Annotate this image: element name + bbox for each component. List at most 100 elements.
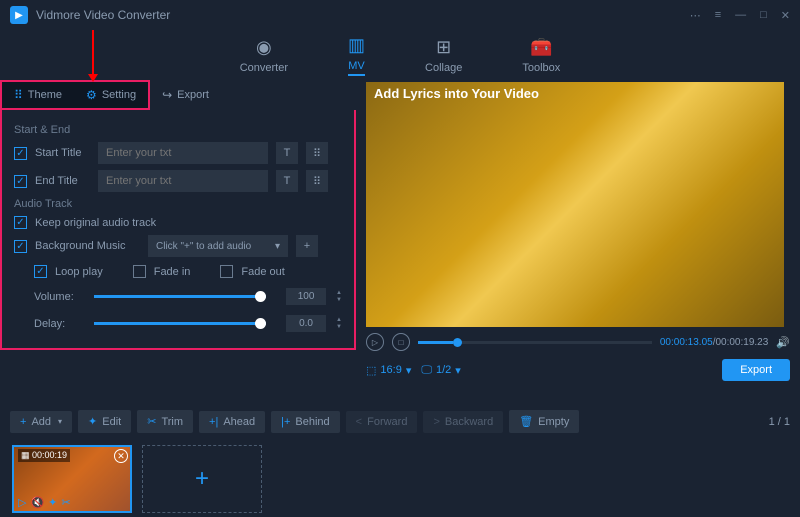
tab-mv-label: MV <box>348 60 365 72</box>
empty-button[interactable]: 🗑Empty <box>509 410 579 433</box>
bg-music-checkbox[interactable]: ✓ <box>14 240 27 253</box>
clip-duration: ▦ 00:00:19 <box>18 449 70 462</box>
delay-up[interactable]: ▲ <box>336 317 342 323</box>
clip-mute-icon[interactable]: 🔇 <box>30 496 44 509</box>
start-title-input[interactable] <box>98 142 268 164</box>
chevron-down-icon: ▾ <box>58 417 62 426</box>
trim-label: Trim <box>161 416 183 428</box>
tab-collage-label: Collage <box>425 62 462 74</box>
subtab-theme[interactable]: ⠿ Theme <box>2 82 74 108</box>
behind-label: Behind <box>295 416 329 428</box>
bg-music-dropdown-label: Click "+" to add audio <box>156 241 251 252</box>
minimize-icon[interactable]: — <box>735 9 746 22</box>
section-audio-track: Audio Track <box>14 198 342 210</box>
wand-icon: ✦ <box>88 415 97 428</box>
screen-icon: 🖵 <box>421 364 432 377</box>
start-title-text-btn[interactable]: T <box>276 142 298 164</box>
forward-label: Forward <box>367 416 407 428</box>
delay-down[interactable]: ▼ <box>336 324 342 330</box>
tab-collage[interactable]: ⊞ Collage <box>425 37 462 74</box>
mv-icon: ▥ <box>348 35 365 56</box>
edit-button[interactable]: ✦ Edit <box>78 410 131 433</box>
aspect-icon: ⬚ <box>366 364 376 377</box>
end-title-checkbox[interactable]: ✓ <box>14 175 27 188</box>
tab-toolbox-label: Toolbox <box>522 62 560 74</box>
end-title-grid-btn[interactable]: ⠿ <box>306 170 328 192</box>
volume-label: Volume: <box>34 291 84 303</box>
volume-slider[interactable] <box>94 295 266 298</box>
tab-mv[interactable]: ▥ MV <box>348 35 365 76</box>
trim-button[interactable]: ✂ Trim <box>137 410 193 433</box>
play-button[interactable]: ▷ <box>366 333 384 351</box>
setting-icon: ⚙ <box>86 88 97 102</box>
export-button[interactable]: Export <box>722 359 790 381</box>
behind-icon: |+ <box>281 416 290 428</box>
scissors-icon: ✂ <box>147 415 156 428</box>
loop-play-label: Loop play <box>55 266 103 278</box>
forward-icon: < <box>356 416 362 428</box>
tab-converter[interactable]: ◉ Converter <box>240 37 288 74</box>
end-title-text-btn[interactable]: T <box>276 170 298 192</box>
keep-audio-checkbox[interactable]: ✓ <box>14 216 27 229</box>
delay-label: Delay: <box>34 318 84 330</box>
stop-button[interactable]: □ <box>392 333 410 351</box>
backward-button[interactable]: >Backward <box>423 411 503 433</box>
end-title-label: End Title <box>35 175 90 187</box>
clip-remove-button[interactable]: ✕ <box>114 449 128 463</box>
delay-slider[interactable] <box>94 322 266 325</box>
preview-overlay-text: Add Lyrics into Your Video <box>374 86 539 101</box>
forward-button[interactable]: < Forward <box>346 411 418 433</box>
fade-in-checkbox[interactable]: ✓ <box>133 265 146 278</box>
maximize-icon[interactable]: □ <box>760 9 767 22</box>
loop-play-checkbox[interactable]: ✓ <box>34 265 47 278</box>
volume-down[interactable]: ▼ <box>336 297 342 303</box>
app-title: Vidmore Video Converter <box>36 8 690 22</box>
clip-effect-icon[interactable]: ✦ <box>48 496 57 509</box>
volume-icon[interactable]: 🔊 <box>776 336 790 349</box>
progress-bar[interactable] <box>418 341 652 344</box>
aspect-ratio-dropdown[interactable]: ⬚ 16:9 ▾ <box>366 364 411 377</box>
theme-icon: ⠿ <box>14 88 23 102</box>
backward-icon: > <box>433 416 439 428</box>
clip-thumbnail[interactable]: ▦ 00:00:19 ✕ ▷ 🔇 ✦ ✂ <box>12 445 132 513</box>
end-title-input[interactable] <box>98 170 268 192</box>
converter-icon: ◉ <box>256 37 272 58</box>
video-preview: Add Lyrics into Your Video <box>366 82 784 327</box>
fade-out-label: Fade out <box>241 266 284 278</box>
start-title-label: Start Title <box>35 147 90 159</box>
aspect-label: 16:9 <box>380 364 401 376</box>
subtab-theme-label: Theme <box>28 89 62 101</box>
bg-music-dropdown[interactable]: Click "+" to add audio ▾ <box>148 235 288 257</box>
export-icon: ↪ <box>162 88 172 102</box>
close-icon[interactable]: ✕ <box>781 9 790 22</box>
behind-button[interactable]: |+ Behind <box>271 411 340 433</box>
keep-audio-label: Keep original audio track <box>35 217 156 229</box>
toolbox-icon: 🧰 <box>530 37 552 58</box>
volume-up[interactable]: ▲ <box>336 290 342 296</box>
chevron-down-icon: ▾ <box>455 364 461 377</box>
fade-out-checkbox[interactable]: ✓ <box>220 265 233 278</box>
page-indicator: 1 / 1 <box>769 416 790 428</box>
delay-value: 0.0 <box>286 315 326 332</box>
subtab-export[interactable]: ↪ Export <box>150 80 221 110</box>
volume-value: 100 <box>286 288 326 305</box>
add-label: Add <box>31 416 51 428</box>
add-clip-button[interactable]: + <box>142 445 262 513</box>
screen-dropdown[interactable]: 🖵 1/2 ▾ <box>421 364 460 377</box>
add-button[interactable]: + Add ▾ <box>10 411 72 433</box>
add-audio-button[interactable]: + <box>296 235 318 257</box>
plus-icon: + <box>20 416 26 428</box>
start-title-grid-btn[interactable]: ⠿ <box>306 142 328 164</box>
edit-label: Edit <box>102 416 121 428</box>
tab-toolbox[interactable]: 🧰 Toolbox <box>522 37 560 74</box>
menu-icon[interactable]: ≡ <box>715 9 721 22</box>
collage-icon: ⊞ <box>436 37 451 58</box>
screen-label: 1/2 <box>436 364 451 376</box>
ahead-button[interactable]: +|Ahead <box>199 411 265 433</box>
chevron-down-icon: ▾ <box>275 241 280 252</box>
clip-play-icon[interactable]: ▷ <box>18 496 26 509</box>
feedback-icon[interactable]: ⋯ <box>690 9 701 22</box>
start-title-checkbox[interactable]: ✓ <box>14 147 27 160</box>
clip-trim-icon[interactable]: ✂ <box>61 496 70 509</box>
subtab-setting[interactable]: ⚙ Setting <box>74 82 148 108</box>
